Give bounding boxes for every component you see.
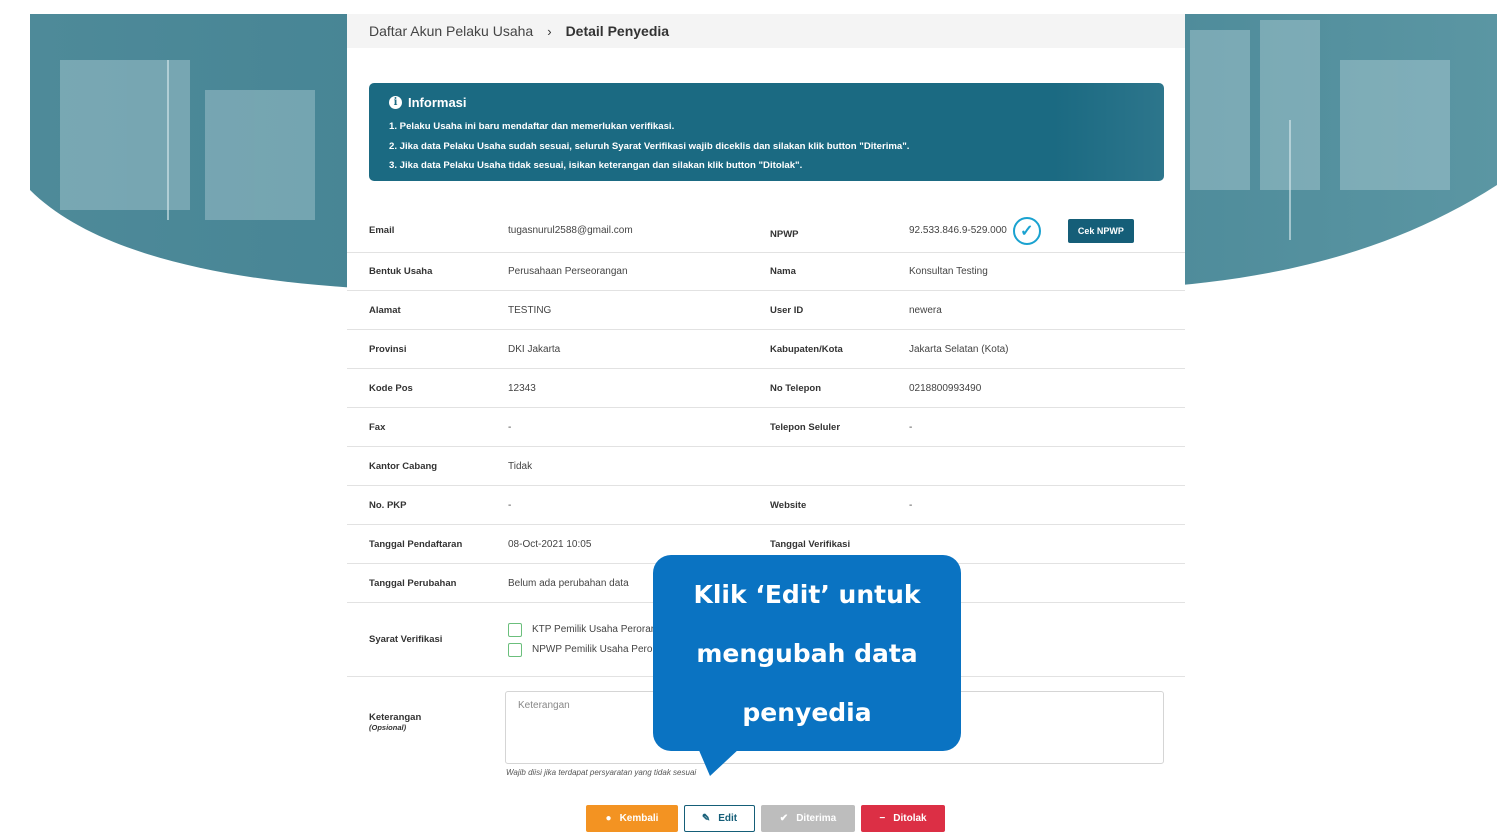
keterangan-label: Keterangan (Opsional): [347, 712, 508, 732]
field-value: DKI Jakarta: [508, 343, 561, 355]
field-value: -: [909, 421, 913, 433]
info-line: 3. Jika data Pelaku Usaha tidak sesuai, …: [389, 160, 803, 171]
field-value: 12343: [508, 382, 536, 394]
breadcrumb: Daftar Akun Pelaku Usaha › Detail Penyed…: [347, 14, 1185, 48]
info-decoration: [1054, 83, 1164, 181]
syarat-label: KTP Pemilik Usaha Peroran: [532, 624, 657, 635]
field-label: Nama: [770, 266, 796, 277]
kembali-button[interactable]: ● Kembali: [586, 805, 678, 832]
table-row: Email tugasnurul2588@gmail.com NPWP 92.5…: [347, 209, 1185, 253]
info-line: 2. Jika data Pelaku Usaha sudah sesuai, …: [389, 140, 910, 152]
field-value: -: [508, 421, 512, 433]
field-label: Tanggal Verifikasi: [770, 538, 851, 550]
field-label: Fax: [369, 421, 386, 433]
field-label: Bentuk Usaha: [369, 266, 433, 277]
table-row: No. PKP - Website -: [347, 486, 1185, 525]
ditolak-button[interactable]: − Ditolak: [861, 805, 945, 832]
field-label: Syarat Verifikasi: [369, 634, 443, 645]
callout-pointer: [698, 748, 740, 776]
field-label: Keterangan: [369, 712, 422, 723]
field-label: Kantor Cabang: [369, 460, 438, 472]
table-row: Provinsi DKI Jakarta Kabupaten/Kota Jaka…: [347, 330, 1185, 369]
action-buttons: ● Kembali ✎ Edit ✔ Diterima − Ditolak: [586, 805, 951, 832]
field-label: NPWP: [770, 229, 799, 240]
edit-label: Edit: [718, 813, 738, 824]
npwp-value: 92.533.846.9-529.000: [909, 225, 1007, 236]
field-value: Perusahaan Perseorangan: [508, 266, 628, 277]
info-line: 1. Pelaku Usaha ini baru mendaftar dan m…: [389, 121, 675, 132]
cek-npwp-button[interactable]: Cek NPWP: [1067, 218, 1134, 243]
field-value: Tidak: [508, 460, 533, 472]
check-icon: ✔: [779, 813, 789, 824]
info-title: i Informasi: [389, 95, 1144, 110]
field-label: Tanggal Perubahan: [369, 577, 457, 589]
field-sublabel: (Opsional): [369, 723, 407, 732]
callout-line: mengubah data: [696, 639, 918, 668]
field-label: No Telepon: [770, 382, 822, 394]
table-row: Alamat TESTING User ID newera: [347, 291, 1185, 330]
diterima-label: Diterima: [796, 813, 837, 824]
keterangan-placeholder: Keterangan: [518, 700, 570, 711]
callout-line: Klik ‘Edit’ untuk: [693, 580, 921, 609]
diterima-button[interactable]: ✔ Diterima: [761, 805, 855, 832]
breadcrumb-current: Detail Penyedia: [565, 23, 670, 39]
syarat-checkbox[interactable]: [508, 642, 522, 657]
breadcrumb-parent-link[interactable]: Daftar Akun Pelaku Usaha: [369, 23, 533, 39]
edit-icon: ✎: [701, 813, 711, 824]
field-label: No. PKP: [369, 499, 407, 511]
field-value: 0218800993490: [909, 382, 982, 394]
field-label: Tanggal Pendaftaran: [369, 538, 463, 550]
field-value: 08-Oct-2021 10:05: [508, 538, 592, 550]
kembali-label: Kembali: [619, 813, 659, 824]
callout-line: penyedia: [742, 698, 872, 727]
info-title-text: Informasi: [408, 95, 467, 110]
field-value: Konsultan Testing: [909, 266, 988, 277]
tutorial-callout: Klik ‘Edit’ untuk mengubah data penyedia: [653, 555, 961, 751]
syarat-checkbox[interactable]: [508, 622, 522, 637]
field-value: -: [508, 499, 512, 511]
edit-button[interactable]: ✎ Edit: [684, 805, 755, 832]
field-label: Provinsi: [369, 343, 407, 355]
table-row: Kode Pos 12343 No Telepon 0218800993490: [347, 369, 1185, 408]
minus-icon: −: [879, 813, 886, 824]
syarat-label: NPWP Pemilik Usaha Peron: [532, 644, 658, 655]
field-label: Kode Pos: [369, 382, 413, 394]
keterangan-hint: Wajib diisi jika terdapat persyaratan ya…: [506, 768, 697, 777]
info-box: i Informasi 1. Pelaku Usaha ini baru men…: [369, 83, 1164, 181]
field-label: Website: [770, 499, 807, 511]
table-row: Bentuk Usaha Perusahaan Perseorangan Nam…: [347, 253, 1185, 291]
field-label: Telepon Seluler: [770, 421, 841, 433]
field-value: -: [909, 499, 913, 511]
table-row: Fax - Telepon Seluler -: [347, 408, 1185, 447]
field-label: Kabupaten/Kota: [770, 343, 843, 355]
field-value: newera: [909, 304, 942, 316]
table-row: Kantor Cabang Tidak: [347, 447, 1185, 486]
field-label: User ID: [770, 304, 804, 316]
field-label: Alamat: [369, 304, 401, 316]
breadcrumb-separator-icon: ›: [547, 23, 552, 39]
field-value: TESTING: [508, 304, 552, 316]
info-icon: i: [389, 96, 402, 109]
field-value: tugasnurul2588@gmail.com: [508, 225, 633, 236]
field-value: Jakarta Selatan (Kota): [909, 343, 1009, 355]
field-label: Email: [369, 225, 395, 236]
back-icon: ●: [605, 813, 612, 824]
ditolak-label: Ditolak: [893, 813, 927, 824]
check-circle-icon: ✓: [1012, 216, 1041, 245]
